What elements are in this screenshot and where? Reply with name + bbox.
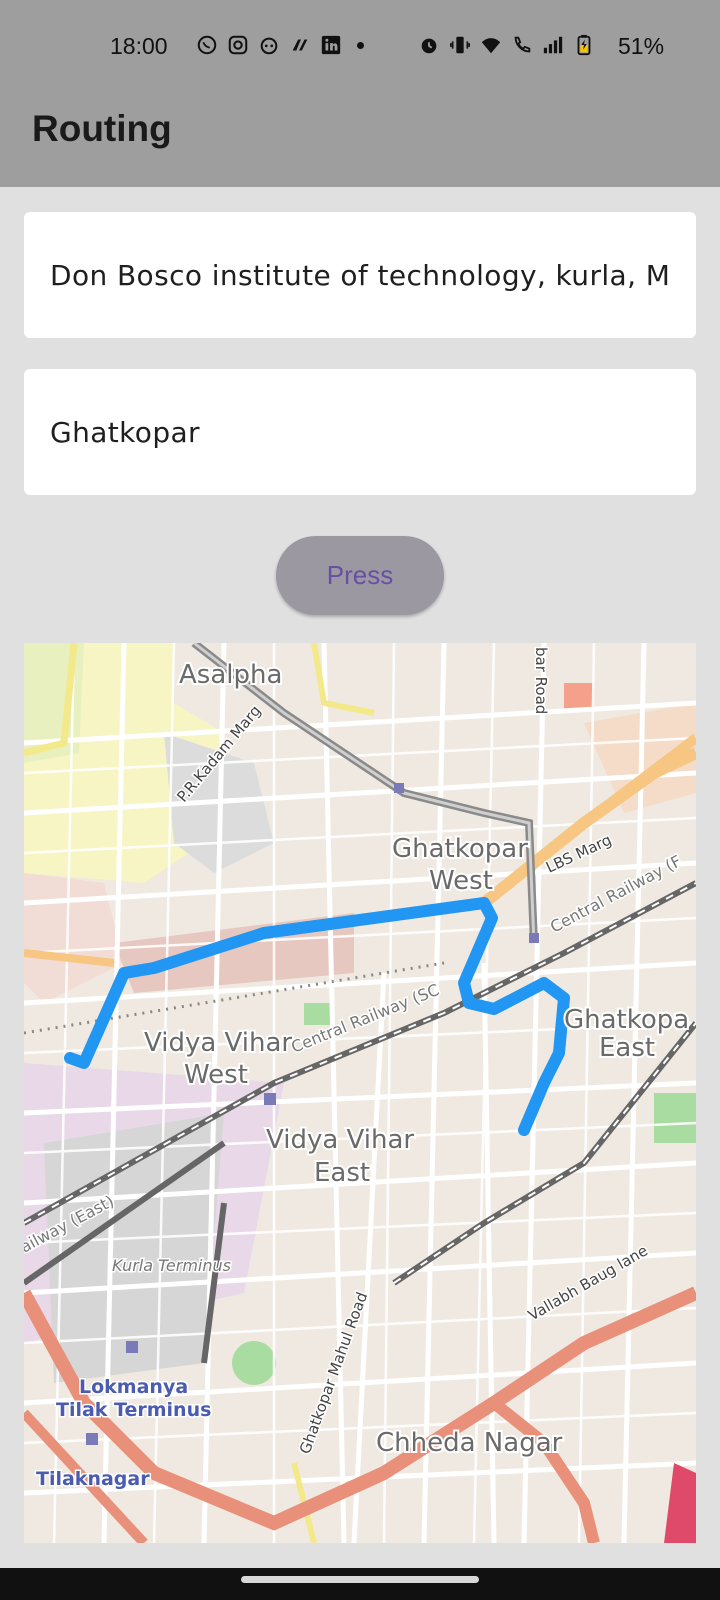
- label-ghatkopar-west-1: Ghatkopar: [392, 834, 528, 864]
- app-header: 18:00 51% Routing: [0, 0, 720, 187]
- system-icons: [418, 34, 595, 56]
- alarm-icon: [421, 38, 437, 54]
- reddit-icon: [260, 37, 278, 55]
- status-time: 18:00: [110, 33, 168, 59]
- instagram-icon: [228, 35, 248, 55]
- label-vidya-vihar-east-1: Vidya Vihar: [266, 1125, 414, 1155]
- whatsapp-icon: [197, 35, 217, 55]
- label-chheda-nagar: Chheda Nagar: [376, 1428, 563, 1458]
- route-map[interactable]: Asalpha P.R.Kadam Marg Ghatkopar West LB…: [24, 643, 696, 1543]
- wifi-icon: [481, 38, 501, 54]
- destination-input[interactable]: [48, 414, 672, 450]
- label-ghatkopar-east-1: Ghatkopa: [564, 1005, 689, 1035]
- notification-icons: [196, 34, 370, 56]
- label-kurla-terminus: Kurla Terminus: [112, 1256, 231, 1275]
- linkedin-icon: [321, 35, 341, 55]
- park-circle: [232, 1341, 276, 1385]
- system-nav-bar: [0, 1568, 720, 1600]
- battery-charging-icon: [577, 34, 591, 56]
- gesture-handle[interactable]: [241, 1576, 479, 1583]
- status-bar: 18:00 51%: [0, 0, 720, 96]
- page-title: Routing: [32, 108, 172, 149]
- label-bar-road: bar Road: [532, 647, 550, 714]
- label-vidya-vihar-west-1: Vidya Vihar: [144, 1028, 292, 1058]
- vibrate-icon: [450, 36, 470, 54]
- press-button[interactable]: Press: [276, 536, 444, 615]
- label-ltt-1: Lokmanya: [79, 1376, 188, 1398]
- landuse-red: [564, 683, 594, 709]
- destination-field[interactable]: [24, 369, 696, 495]
- park-east: [654, 1093, 696, 1143]
- app-icon: [292, 39, 308, 51]
- label-ghatkopar-east-2: East: [599, 1033, 655, 1063]
- label-asalpha: Asalpha: [179, 660, 282, 690]
- label-ltt-2: Tilak Terminus: [56, 1399, 211, 1421]
- battery-percentage: 51%: [618, 33, 665, 59]
- wifi-calling-icon: [514, 36, 531, 53]
- signal-icon: [543, 36, 563, 54]
- more-notifications-dot: [357, 41, 364, 49]
- origin-input[interactable]: [48, 257, 672, 293]
- label-vidya-vihar-east-2: East: [314, 1158, 370, 1188]
- label-ghatkopar-west-2: West: [429, 866, 493, 896]
- label-vidya-vihar-west-2: West: [184, 1060, 248, 1090]
- map-canvas[interactable]: Asalpha P.R.Kadam Marg Ghatkopar West LB…: [24, 643, 696, 1543]
- label-tilaknagar: Tilaknagar: [36, 1468, 150, 1490]
- origin-field[interactable]: [24, 212, 696, 338]
